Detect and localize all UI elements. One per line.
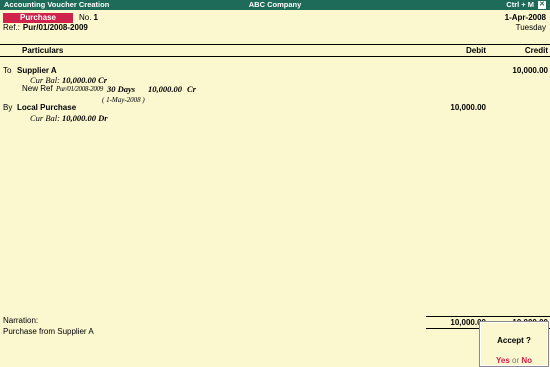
cur-bal-value: 10,000.00 Dr xyxy=(62,113,108,123)
credit-header: Credit xyxy=(524,46,548,55)
voucher-date[interactable]: 1-Apr-2008 xyxy=(505,13,546,23)
header-divider xyxy=(0,44,550,45)
yes-button[interactable]: Yes xyxy=(496,356,510,365)
accept-dialog: Accept ? Yes or No xyxy=(479,321,549,367)
debit-header: Debit xyxy=(466,46,486,55)
accept-options: Yes or No xyxy=(480,356,548,365)
entry-prefix: By xyxy=(3,103,13,112)
or-text: or xyxy=(512,356,520,365)
bill-dr-cr[interactable]: Cr xyxy=(187,84,196,94)
voucher-number-value[interactable]: 1 xyxy=(93,13,97,22)
reference-input[interactable]: Pur/01/2008-2009 xyxy=(23,23,88,32)
particulars-header: Particulars xyxy=(22,46,64,55)
total-debit: 10,000.00 xyxy=(450,318,486,327)
close-icon[interactable]: ✕ xyxy=(538,1,546,10)
accept-question: Accept ? xyxy=(497,336,531,345)
debit-amount[interactable]: 10,000.00 xyxy=(430,103,486,113)
voucher-number: No. 1 xyxy=(79,13,98,23)
bill-due-date: ( 1-May-2008 ) xyxy=(102,96,145,104)
column-header-divider xyxy=(0,56,550,57)
narration-input[interactable]: Purchase from Supplier A xyxy=(3,327,94,337)
bill-name[interactable]: Pur/01/2008-2009 xyxy=(56,84,103,94)
entry-prefix: To xyxy=(3,66,12,75)
narration-label: Narration: xyxy=(3,316,39,325)
bill-amount[interactable]: 10,000.00 xyxy=(148,84,182,94)
voucher-day: Tuesday xyxy=(515,23,546,32)
bill-type[interactable]: New Ref xyxy=(22,84,53,94)
title-bar: Accounting Voucher Creation ABC Company … xyxy=(0,0,550,10)
company-name: ABC Company xyxy=(248,0,302,9)
reference-label: Ref.: xyxy=(3,23,20,32)
no-button[interactable]: No xyxy=(521,356,532,365)
title-shortcut: Ctrl + M ✕ xyxy=(506,0,546,10)
voucher-number-label: No. xyxy=(79,13,92,22)
reference-row: Ref.: Pur/01/2008-2009 xyxy=(3,23,88,33)
totals-divider xyxy=(426,316,550,317)
voucher-type-badge[interactable]: Purchase xyxy=(3,13,73,23)
ledger-name[interactable]: Local Purchase xyxy=(17,103,76,113)
shortcut-label: Ctrl + M xyxy=(506,0,534,9)
cur-bal-label: Cur Bal: xyxy=(30,113,60,123)
bill-credit-period[interactable]: 30 Days xyxy=(107,84,135,94)
credit-amount[interactable]: 10,000.00 xyxy=(490,66,548,76)
